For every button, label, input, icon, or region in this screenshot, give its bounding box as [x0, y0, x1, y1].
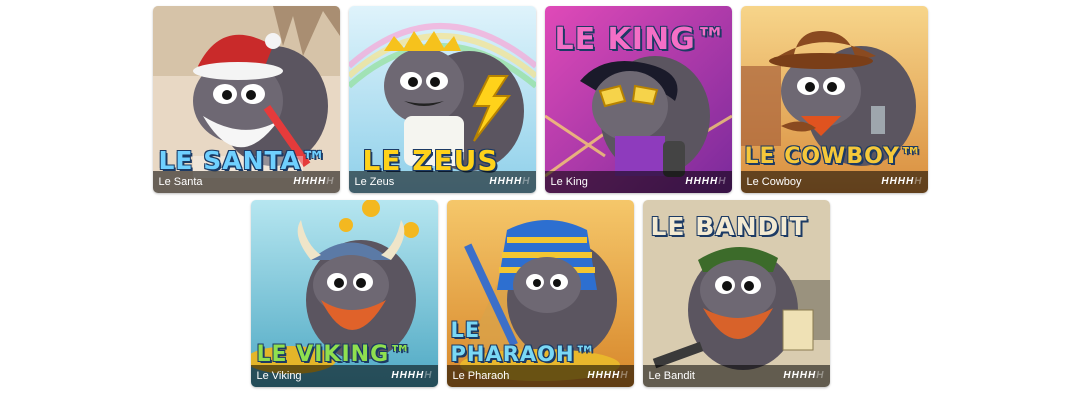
game-rating: HHHHH: [293, 177, 333, 187]
game-title: Le Pharaoh: [452, 370, 510, 382]
game-rating: HHHHH: [685, 177, 725, 187]
rating-pip-icon: H: [603, 370, 612, 381]
game-logo-le-king: LE KING™: [554, 22, 727, 57]
rating-pip-icon: H: [399, 370, 407, 381]
game-grid-row-1: LE SANTA™ Le Santa HHHHH LE ZEUS Le Zeus…: [0, 6, 1080, 193]
rating-pip-icon: H: [710, 176, 718, 187]
rating-pip-icon: H: [326, 176, 334, 187]
game-caption: Le Cowboy HHHHH: [740, 171, 928, 193]
rating-pip-icon: H: [407, 370, 416, 381]
rating-pip-icon: H: [685, 176, 693, 187]
game-rating: HHHHH: [783, 371, 823, 381]
rating-pip-icon: H: [497, 176, 505, 187]
game-rating: HHHHH: [587, 371, 627, 381]
game-title: Le Bandit: [648, 370, 695, 382]
rating-pip-icon: H: [424, 370, 432, 381]
rating-pip-icon: H: [391, 370, 399, 381]
game-tile-le-santa[interactable]: LE SANTA™ Le Santa HHHHH: [152, 6, 340, 193]
game-grid-row-2: LE VIKING™ Le Viking HHHHH LE PHARAOH™ L…: [0, 200, 1080, 387]
game-tile-le-zeus[interactable]: LE ZEUS Le Zeus HHHHH: [348, 6, 536, 193]
rating-pip-icon: H: [514, 176, 522, 187]
rating-pip-icon: H: [693, 176, 701, 187]
rating-pip-icon: H: [799, 370, 808, 381]
game-title: Le Zeus: [354, 176, 395, 188]
game-caption: Le Viking HHHHH: [250, 365, 438, 387]
game-caption: Le Pharaoh HHHHH: [446, 365, 634, 387]
rating-pip-icon: H: [897, 176, 906, 187]
game-rating: HHHHH: [391, 371, 431, 381]
rating-pip-icon: H: [808, 370, 816, 381]
rating-pip-icon: H: [612, 370, 620, 381]
game-caption: Le King HHHHH: [544, 171, 732, 193]
game-rating: HHHHH: [489, 177, 529, 187]
game-title: Le Viking: [256, 370, 302, 382]
game-tile-le-king[interactable]: LE KING™ Le King HHHHH: [544, 6, 732, 193]
game-tile-le-viking[interactable]: LE VIKING™ Le Viking HHHHH: [250, 200, 438, 387]
rating-pip-icon: H: [505, 176, 514, 187]
rating-pip-icon: H: [906, 176, 914, 187]
rating-pip-icon: H: [293, 176, 301, 187]
game-title: Le Santa: [158, 176, 203, 188]
rating-pip-icon: H: [889, 176, 897, 187]
game-caption: Le Bandit HHHHH: [642, 365, 830, 387]
rating-pip-icon: H: [318, 176, 326, 187]
rating-pip-icon: H: [816, 370, 824, 381]
rating-pip-icon: H: [881, 176, 889, 187]
game-logo-le-cowboy: LE COWBOY™: [744, 144, 923, 169]
rating-pip-icon: H: [489, 176, 497, 187]
rating-pip-icon: H: [701, 176, 710, 187]
game-caption: Le Santa HHHHH: [152, 171, 340, 193]
game-logo-le-viking: LE VIKING™: [256, 342, 413, 367]
rating-pip-icon: H: [522, 176, 530, 187]
rating-pip-icon: H: [309, 176, 318, 187]
rating-pip-icon: H: [595, 370, 603, 381]
game-logo-le-bandit: LE BANDIT: [650, 212, 808, 241]
game-rating: HHHHH: [881, 177, 921, 187]
rating-pip-icon: H: [783, 370, 791, 381]
rating-pip-icon: H: [620, 370, 628, 381]
rating-pip-icon: H: [791, 370, 799, 381]
game-tile-le-pharaoh[interactable]: LE PHARAOH™ Le Pharaoh HHHHH: [446, 200, 634, 387]
rating-pip-icon: H: [718, 176, 726, 187]
game-tile-le-bandit[interactable]: LE BANDIT Le Bandit HHHHH: [642, 200, 830, 387]
game-logo-le-pharaoh: LE PHARAOH™: [450, 318, 597, 366]
game-caption: Le Zeus HHHHH: [348, 171, 536, 193]
rating-pip-icon: H: [416, 370, 424, 381]
game-title: Le King: [550, 176, 588, 188]
game-tile-le-cowboy[interactable]: LE COWBOY™ Le Cowboy HHHHH: [740, 6, 928, 193]
rating-pip-icon: H: [301, 176, 309, 187]
rating-pip-icon: H: [914, 176, 922, 187]
game-title: Le Cowboy: [746, 176, 802, 188]
rating-pip-icon: H: [587, 370, 595, 381]
